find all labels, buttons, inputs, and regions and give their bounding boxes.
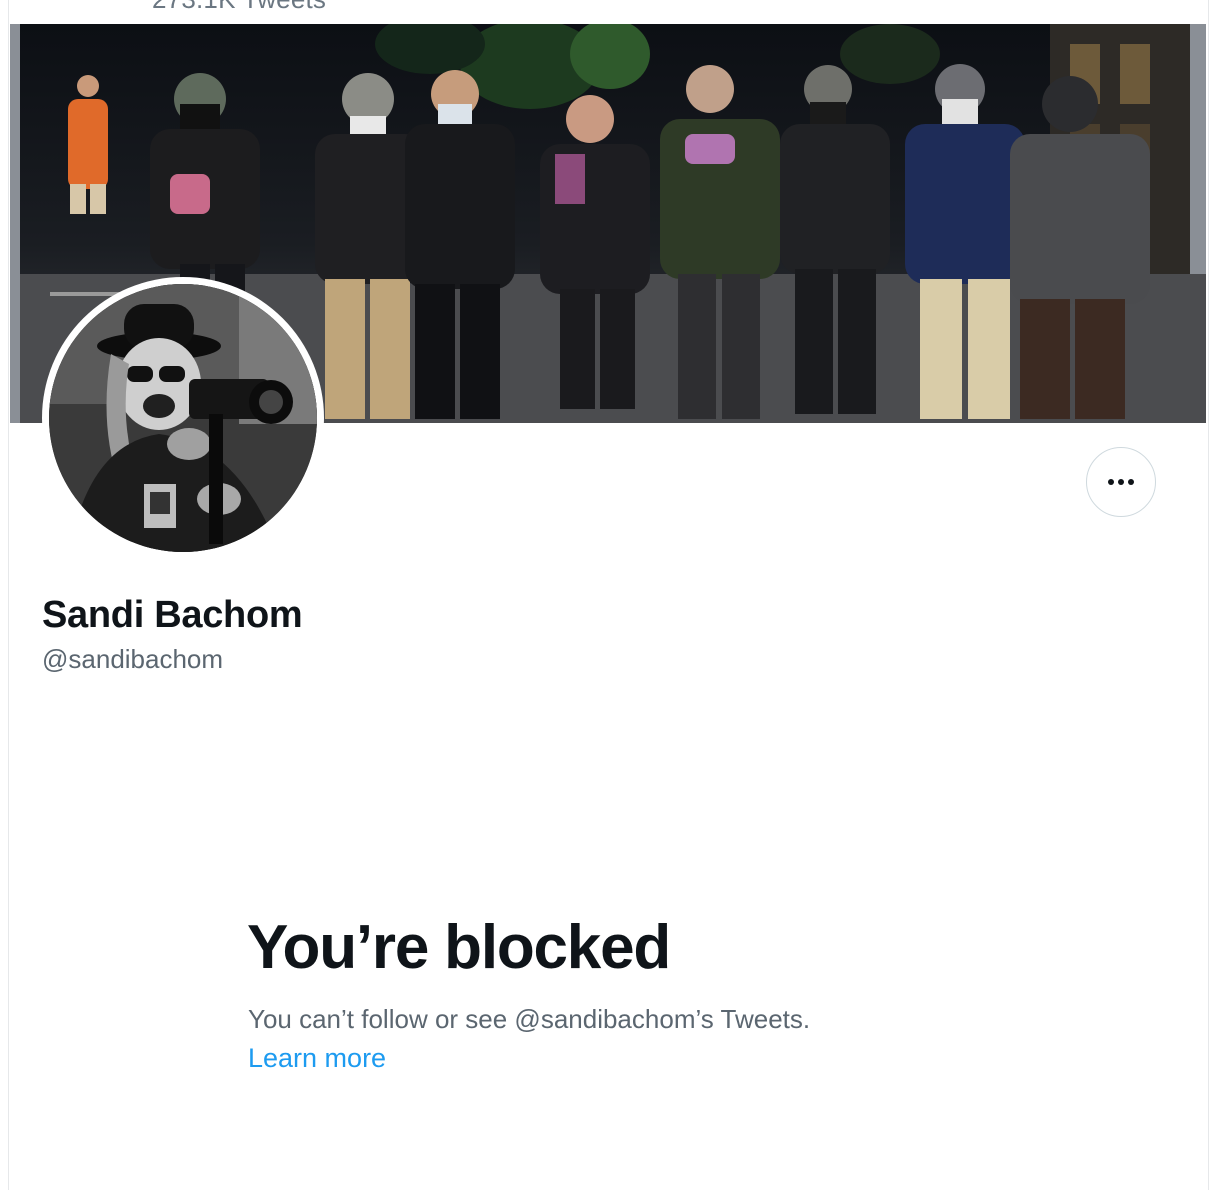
profile-photo-avatar bbox=[49, 284, 317, 552]
more-options-button[interactable] bbox=[1086, 447, 1156, 517]
profile-avatar[interactable] bbox=[42, 277, 324, 559]
more-horizontal-icon bbox=[1108, 479, 1134, 485]
profile-page: 273.1K Tweets bbox=[0, 0, 1218, 1190]
profile-handle: @sandibachom bbox=[42, 644, 224, 674]
tweet-count: 273.1K Tweets bbox=[152, 0, 326, 15]
learn-more-link[interactable]: Learn more bbox=[248, 1043, 386, 1074]
blocked-description: You can’t follow or see @sandibachom’s T… bbox=[248, 1004, 811, 1034]
display-name: Sandi Bachom bbox=[42, 594, 303, 636]
avatar-image bbox=[49, 284, 317, 552]
blocked-title: You’re blocked bbox=[247, 913, 671, 982]
